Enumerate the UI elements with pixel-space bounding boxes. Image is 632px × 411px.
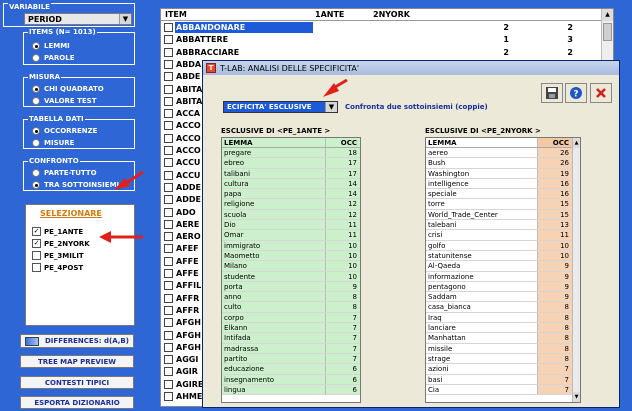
- arrow-pe2nyork: [99, 231, 143, 243]
- arrow-combo: [323, 78, 348, 97]
- annotation-arrows: [99, 78, 348, 243]
- arrow-tra-sottoinsiemi: [114, 170, 144, 190]
